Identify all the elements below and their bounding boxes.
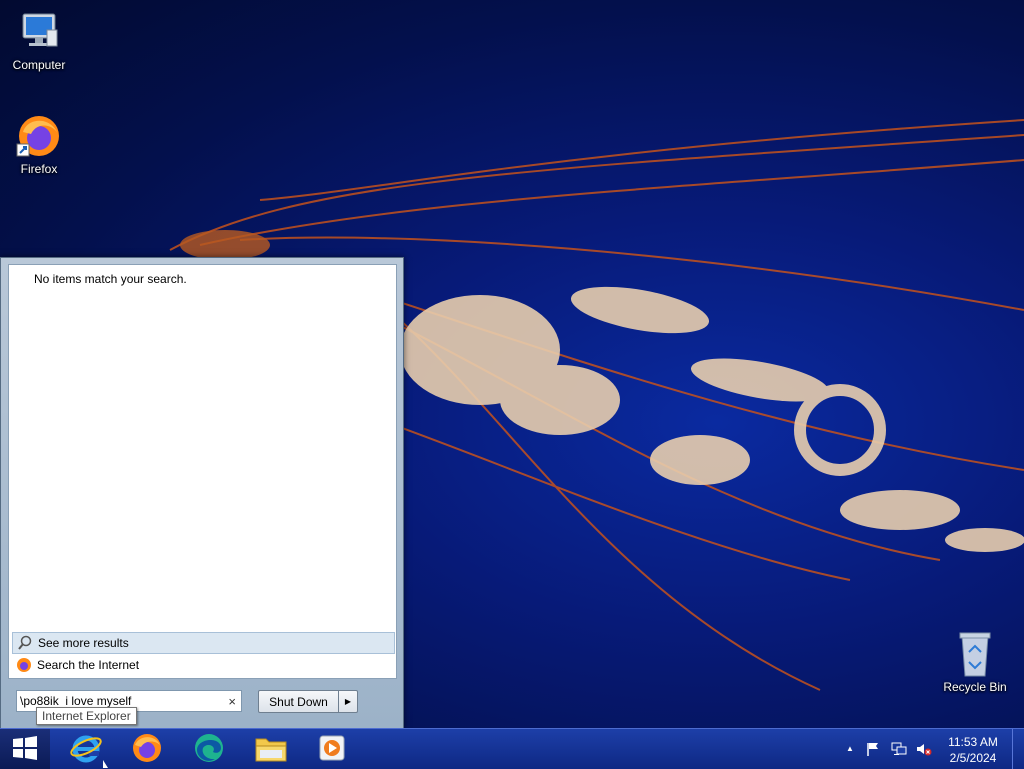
volume-muted-icon[interactable]: [916, 742, 932, 756]
desktop-icon-label: Computer: [12, 58, 66, 72]
computer-icon: [15, 8, 63, 56]
search-icon: [17, 635, 33, 651]
desktop-icon-computer[interactable]: Computer: [1, 8, 77, 72]
firefox-icon: [15, 112, 63, 160]
shutdown-button[interactable]: Shut Down: [259, 691, 339, 712]
firefox-icon: [16, 657, 32, 673]
clear-search-icon[interactable]: ×: [228, 694, 236, 709]
firefox-icon: [131, 732, 163, 767]
media-player-icon: [317, 733, 347, 766]
clock-date: 2/5/2024: [949, 751, 997, 765]
see-more-results-link[interactable]: See more results: [12, 632, 395, 654]
internet-explorer-icon: [69, 731, 103, 768]
recycle-bin-icon: [951, 630, 999, 678]
show-desktop-button[interactable]: [1012, 729, 1024, 769]
shutdown-button-group: Shut Down ▶: [258, 690, 358, 713]
taskbar-edge[interactable]: [187, 731, 231, 767]
desktop-icon-firefox[interactable]: Firefox: [1, 112, 77, 176]
taskbar-media-player[interactable]: [310, 731, 354, 767]
show-hidden-icons-icon[interactable]: ▲: [846, 744, 862, 758]
desktop-icon-label: Firefox: [20, 162, 58, 176]
shutdown-options-arrow-icon[interactable]: ▶: [339, 691, 357, 712]
system-clock[interactable]: 11:53 AM 2/5/2024: [942, 734, 1004, 766]
search-the-internet-link[interactable]: Search the Internet: [12, 655, 393, 675]
start-menu: No items match your search. See more res…: [0, 257, 404, 729]
see-more-results-label: See more results: [38, 636, 129, 650]
search-input[interactable]: [17, 694, 223, 708]
no-results-message: No items match your search.: [34, 272, 187, 286]
edge-icon: [193, 732, 225, 767]
start-button[interactable]: [0, 729, 50, 769]
taskbar: ▲ 11:53 AM 2/5/2024: [0, 728, 1024, 769]
desktop-icon-recycle-bin[interactable]: Recycle Bin: [937, 630, 1013, 694]
file-explorer-icon: [254, 733, 288, 766]
taskbar-firefox[interactable]: [125, 731, 169, 767]
action-center-flag-icon[interactable]: [866, 742, 882, 756]
desktop-icon-label: Recycle Bin: [943, 680, 1007, 694]
search-the-internet-label: Search the Internet: [37, 658, 140, 672]
taskbar-file-explorer[interactable]: [249, 731, 293, 767]
network-icon[interactable]: [891, 742, 907, 756]
tooltip: Internet Explorer: [36, 707, 137, 725]
windows-logo-icon: [12, 735, 38, 763]
search-results-panel: No items match your search. See more res…: [8, 264, 397, 679]
clock-time: 11:53 AM: [948, 735, 998, 749]
mouse-pointer-icon: [103, 760, 108, 768]
taskbar-internet-explorer[interactable]: [64, 731, 108, 767]
